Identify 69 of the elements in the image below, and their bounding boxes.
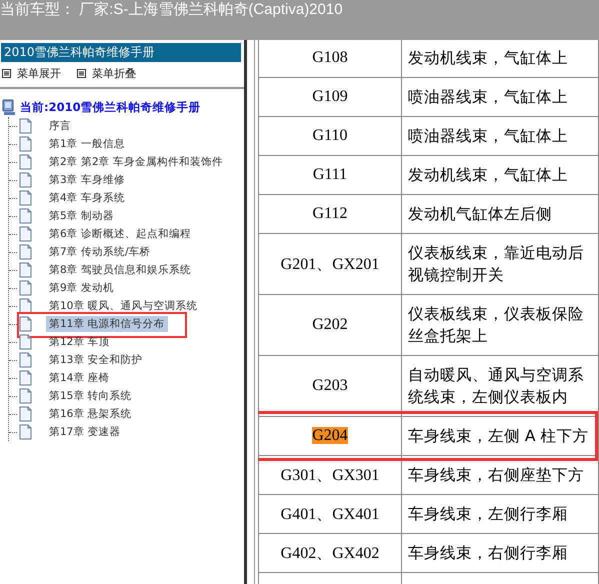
- ground-location: 自动暖风、通风与空调系统线束，左侧仪表板内: [408, 366, 584, 406]
- tree-item[interactable]: 第8章 驾驶员信息和娱乐系统: [46, 262, 194, 278]
- ground-code: G110: [312, 127, 348, 144]
- ground-location: 发动机线束，气缸体上: [408, 166, 568, 184]
- document-icon: [19, 424, 32, 440]
- ground-location: 车身线束，左侧行李厢: [408, 505, 568, 523]
- tree-item[interactable]: 第12章 车顶: [46, 334, 113, 350]
- document-icon: [19, 298, 32, 314]
- ground-code: G109: [312, 88, 348, 105]
- tree-item[interactable]: 第14章 座椅: [46, 370, 113, 386]
- document-icon: [19, 244, 32, 260]
- tree-item[interactable]: 第9章 发动机: [46, 280, 118, 296]
- document-icon: [19, 352, 32, 368]
- ground-code: G111: [312, 166, 348, 183]
- tree-root[interactable]: 当前:2010雪佛兰科帕奇维修手册: [20, 100, 201, 114]
- menu-icon[interactable]: [2, 69, 11, 78]
- document-icon: [19, 370, 32, 386]
- ground-location: 车身线束，左侧 A 柱下方: [408, 427, 588, 445]
- tree-item[interactable]: 第11章 电源和信号分布: [46, 316, 168, 332]
- tree-item[interactable]: 第3章 车身维修: [46, 172, 128, 188]
- tree-item[interactable]: 第2章 第2章 车身金属构件和装饰件: [46, 154, 226, 170]
- document-icon: [19, 226, 32, 242]
- ground-code: G204: [312, 427, 348, 444]
- tree-item[interactable]: 第13章 安全和防护: [46, 352, 146, 368]
- document-icon: [19, 280, 32, 296]
- ground-code: G401、GX401: [280, 506, 380, 522]
- ground-location: 发动机线束，气缸体上: [408, 49, 568, 67]
- document-icon: [19, 406, 32, 422]
- menu-action[interactable]: 菜单折叠: [92, 66, 136, 81]
- tree-item[interactable]: 第6章 诊断概述、起点和编程: [46, 226, 194, 242]
- tree-item[interactable]: 第10章 暖风、通风与空调系统: [46, 298, 201, 314]
- document-icon: [19, 154, 32, 170]
- document-icon: [19, 172, 32, 188]
- ground-location: 车身线束，右侧座垫下方: [408, 466, 584, 484]
- ground-location: 仪表板线束，仪表板保险丝盒托架上: [408, 305, 584, 345]
- tree-item[interactable]: 第15章 转向系统: [46, 388, 135, 404]
- ground-code: G112: [312, 205, 348, 222]
- ground-code: G201、GX201: [280, 256, 380, 272]
- ground-location: 喷油器线束，气缸体上: [408, 127, 568, 145]
- pane-splitter[interactable]: [244, 40, 255, 584]
- ground-code: G203: [312, 377, 348, 394]
- tree-item[interactable]: 第5章 制动器: [46, 208, 118, 224]
- document-icon: [19, 316, 32, 332]
- computer-icon: [2, 98, 16, 116]
- ground-location: 车身线束，右侧行李厢: [408, 544, 568, 562]
- tree-item[interactable]: 第16章 悬架系统: [46, 406, 135, 422]
- document-icon: [19, 334, 32, 350]
- ground-code: G202: [312, 316, 348, 333]
- ground-code: G402、GX402: [280, 544, 380, 562]
- document-icon: [19, 118, 32, 134]
- menu-icon[interactable]: [77, 69, 86, 78]
- ground-code: G301、GX301: [280, 466, 380, 484]
- document-icon: [19, 388, 32, 404]
- ground-location: 喷油器线束，气缸体上: [408, 88, 568, 106]
- tree-item[interactable]: 第1章 一般信息: [46, 136, 128, 152]
- vehicle-model-title: 当前车型： 厂家:S-上海雪佛兰科帕奇(Captiva)2010: [0, 0, 343, 20]
- menu-action[interactable]: 菜单展开: [17, 66, 61, 81]
- ground-location: 发动机气缸体左后侧: [408, 205, 552, 223]
- manual-title: 2010雪佛兰科帕奇维修手册: [1, 43, 241, 62]
- document-icon: [19, 190, 32, 206]
- ground-code: G108: [312, 49, 348, 66]
- document-icon: [19, 136, 32, 152]
- ground-location: 仪表板线束，靠近电动后视镜控制开关: [408, 244, 584, 284]
- tree-item[interactable]: 序言: [46, 118, 74, 134]
- tree-item[interactable]: 第4章 车身系统: [46, 190, 128, 206]
- document-icon: [19, 262, 32, 278]
- document-icon: [19, 208, 32, 224]
- tree-item[interactable]: 第7章 传动系统/车桥: [46, 244, 154, 260]
- tree-item[interactable]: 第17章 变速器: [46, 424, 124, 440]
